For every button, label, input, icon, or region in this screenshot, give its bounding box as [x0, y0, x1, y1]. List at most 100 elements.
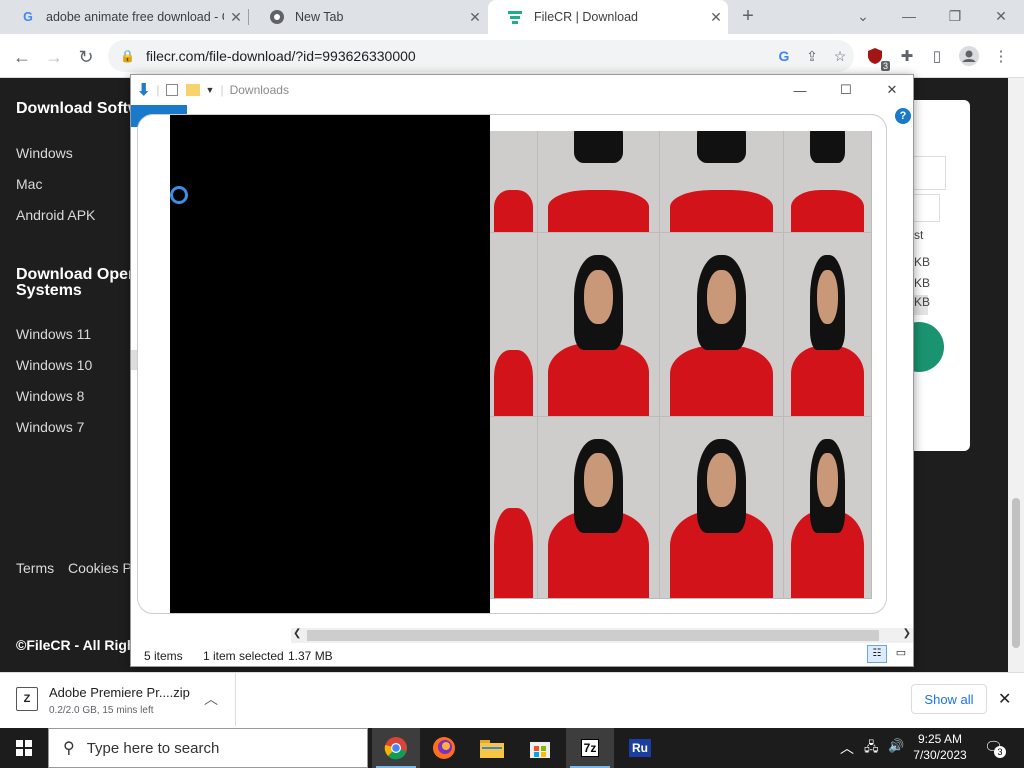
- loading-spinner-icon: [170, 186, 188, 204]
- tab-filecr-download[interactable]: FileCR | Download ✕: [488, 0, 728, 34]
- show-all-button[interactable]: Show all: [911, 684, 987, 714]
- taskbar-file-explorer-icon[interactable]: [468, 728, 516, 768]
- explorer-minimize-icon[interactable]: —: [777, 75, 823, 105]
- download-options-chevron-icon[interactable]: ︿: [204, 689, 218, 709]
- details-view-icon[interactable]: ☷: [867, 645, 887, 663]
- close-tab-icon[interactable]: ✕: [704, 9, 728, 26]
- address-bar[interactable]: 🔒 filecr.com/file-download/?id=993626330…: [108, 40, 854, 72]
- photo-tile: [660, 417, 784, 599]
- system-clock[interactable]: 9:25 AM 7/30/2023: [908, 731, 972, 763]
- explorer-close-icon[interactable]: ✕: [869, 75, 915, 105]
- photo-tile: [784, 417, 872, 599]
- tab-search-chevron-icon[interactable]: ⌄: [840, 0, 886, 32]
- notifications-icon[interactable]: 🗨 3: [984, 738, 1006, 758]
- horizontal-scrollbar[interactable]: ❮ ❯: [291, 628, 913, 643]
- explorer-status-bar: 5 items 1 item selected 1.37 MB ☷ ▭: [131, 645, 913, 666]
- restore-window-icon[interactable]: ❐: [932, 0, 978, 32]
- sidebar-link-android[interactable]: Android APK: [16, 207, 95, 223]
- card-size-label-highlighted: KB: [914, 295, 930, 315]
- sidebar-link-windows-8[interactable]: Windows 8: [16, 388, 84, 404]
- taskbar-ru-app-icon[interactable]: Ru: [616, 728, 664, 768]
- tab-new-tab[interactable]: New Tab ✕: [249, 0, 487, 34]
- footer-link-cookies[interactable]: Cookies P: [68, 560, 132, 576]
- card-field: [914, 194, 940, 222]
- download-filename: Adobe Premiere Pr....zip: [49, 685, 190, 700]
- video-player[interactable]: [170, 115, 490, 613]
- sidebar-link-windows-11[interactable]: Windows 11: [16, 326, 91, 342]
- ublock-shield-icon[interactable]: 3: [864, 45, 890, 71]
- chrome-icon: [269, 9, 285, 25]
- extensions-puzzle-icon[interactable]: ✚: [896, 45, 918, 67]
- properties-checkbox-icon[interactable]: [165, 84, 178, 96]
- volume-icon[interactable]: 🔊: [888, 738, 904, 754]
- taskbar-7zip-icon[interactable]: 7z: [566, 728, 614, 768]
- close-tab-icon[interactable]: ✕: [463, 9, 487, 26]
- network-icon[interactable]: 🖧: [864, 738, 879, 760]
- sidebar-link-windows[interactable]: Windows: [16, 145, 73, 161]
- google-g-icon: G: [23, 10, 33, 24]
- tab-label: adobe animate free download - G: [46, 10, 224, 24]
- sidebar-heading-software: Download Softw: [16, 100, 141, 117]
- photo-tile: [538, 131, 660, 233]
- scroll-left-icon[interactable]: ❮: [293, 628, 301, 639]
- explorer-maximize-icon[interactable]: ☐: [823, 75, 869, 105]
- zip-file-icon: Z: [16, 687, 38, 711]
- download-bar: Z Adobe Premiere Pr....zip 0.2/2.0 GB, 1…: [0, 672, 1024, 726]
- download-progress: 0.2/2.0 GB, 15 mins left: [49, 705, 154, 716]
- scrollbar-thumb[interactable]: [307, 630, 879, 641]
- scroll-right-icon[interactable]: ❯: [903, 628, 911, 639]
- sidebar-link-windows-10[interactable]: Windows 10: [16, 357, 92, 373]
- extension-badge: 3: [880, 61, 890, 71]
- profile-avatar-icon[interactable]: [958, 45, 980, 67]
- search-placeholder: Type here to search: [86, 739, 220, 757]
- page-scrollbar[interactable]: [1008, 78, 1024, 672]
- photo-collage: [490, 131, 872, 599]
- chrome-menu-icon[interactable]: ⋮: [990, 45, 1012, 67]
- google-lens-icon[interactable]: G: [770, 48, 798, 64]
- taskbar-chrome-icon[interactable]: [372, 728, 420, 768]
- url-text[interactable]: filecr.com/file-download/?id=99362633000…: [146, 48, 770, 64]
- close-tab-icon[interactable]: ✕: [224, 9, 248, 26]
- explorer-title: Downloads: [229, 83, 289, 97]
- notification-count: 3: [994, 746, 1006, 758]
- quick-access-dropdown-icon[interactable]: ▼: [206, 85, 215, 95]
- close-window-icon[interactable]: ✕: [978, 0, 1024, 32]
- status-item-count: 5 items: [144, 649, 183, 663]
- close-download-bar-icon[interactable]: ✕: [998, 689, 1011, 709]
- back-arrow-icon[interactable]: ←: [8, 43, 36, 71]
- tab-adobe-animate[interactable]: G adobe animate free download - G ✕: [0, 0, 248, 34]
- new-tab-button[interactable]: +: [732, 0, 764, 32]
- show-hidden-icons-chevron-icon[interactable]: ︿: [840, 738, 854, 758]
- browser-tab-strip: G adobe animate free download - G ✕ New …: [0, 0, 1024, 34]
- side-panel-icon[interactable]: ▯: [926, 45, 948, 67]
- clock-time: 9:25 AM: [917, 732, 963, 746]
- reload-icon[interactable]: ↻: [72, 43, 100, 71]
- filecr-icon: [508, 9, 524, 25]
- forward-arrow-icon[interactable]: →: [40, 43, 68, 71]
- footer-link-terms[interactable]: Terms: [16, 560, 54, 576]
- scrollbar-thumb[interactable]: [1012, 498, 1020, 648]
- sidebar-link-mac[interactable]: Mac: [16, 176, 42, 192]
- photo-tile: [490, 131, 538, 233]
- download-arrow-icon[interactable]: ⬇: [137, 80, 150, 100]
- photo-tile: [784, 233, 872, 417]
- minimize-window-icon[interactable]: —: [886, 0, 932, 32]
- sidebar-heading-os: Download Oper: [16, 266, 135, 283]
- share-icon[interactable]: ⇪: [798, 48, 826, 65]
- windows-start-icon[interactable]: [0, 728, 48, 768]
- card-size-label: KB: [914, 255, 931, 269]
- sidebar-link-windows-7[interactable]: Windows 7: [16, 419, 84, 435]
- photo-tile: [538, 233, 660, 417]
- large-icons-view-icon[interactable]: ▭: [891, 645, 911, 663]
- download-item[interactable]: Z Adobe Premiere Pr....zip 0.2/2.0 GB, 1…: [0, 673, 236, 726]
- taskbar-firefox-icon[interactable]: [420, 728, 468, 768]
- folder-icon[interactable]: [185, 84, 200, 96]
- photo-tile: [538, 417, 660, 599]
- bookmark-star-icon[interactable]: ☆: [826, 48, 854, 65]
- help-icon[interactable]: ?: [895, 108, 911, 124]
- taskbar-store-icon[interactable]: [516, 728, 564, 768]
- photo-tile: [490, 233, 538, 417]
- status-size: 1.37 MB: [288, 649, 333, 663]
- taskbar-search-box[interactable]: ⚲ Type here to search: [48, 728, 368, 768]
- card-size-label: KB: [914, 276, 931, 290]
